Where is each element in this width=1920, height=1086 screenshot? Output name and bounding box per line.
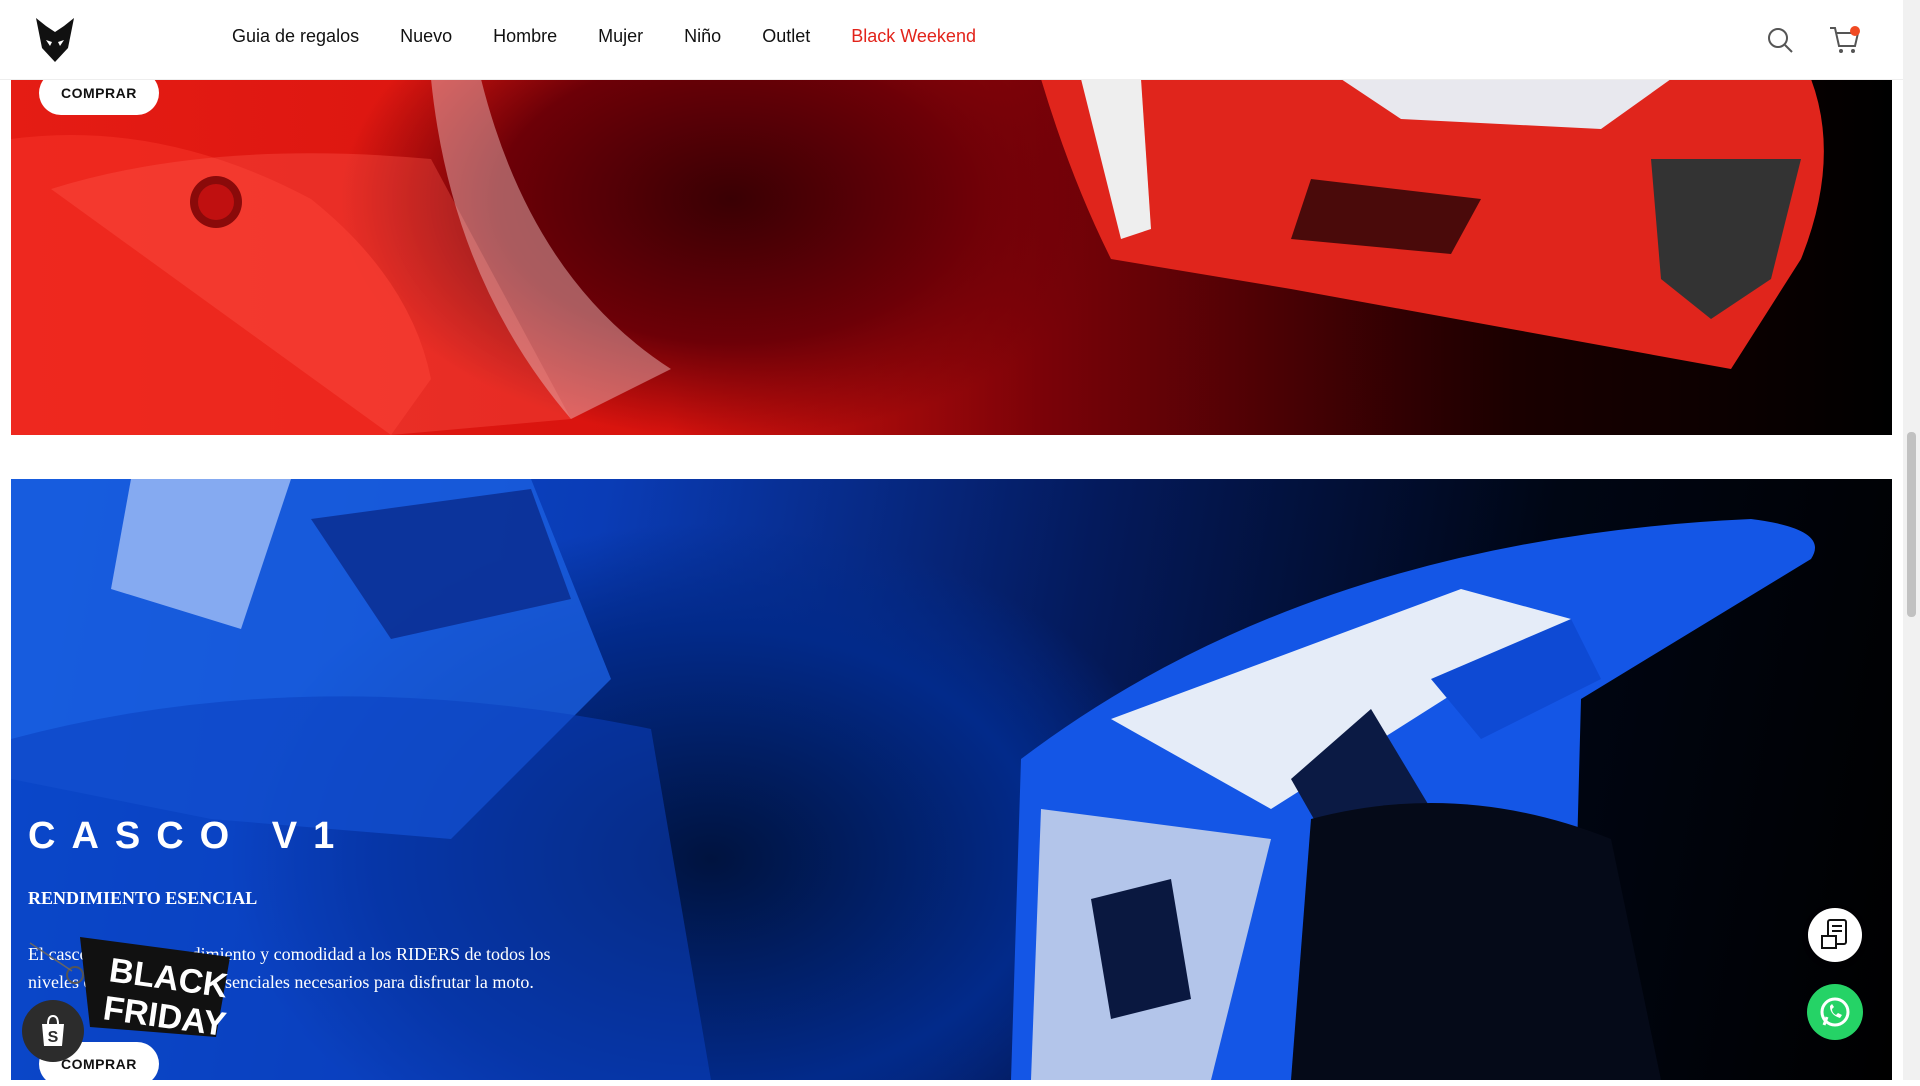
nav-item-guia-de-regalos[interactable]: Guia de regalos	[232, 26, 359, 47]
whatsapp-button[interactable]	[1807, 984, 1863, 1040]
svg-text:S: S	[48, 1029, 59, 1046]
cart-count-badge	[1850, 26, 1860, 36]
scrollbar-thumb[interactable]	[1907, 432, 1916, 617]
nav-item-black-weekend[interactable]: Black Weekend	[851, 26, 976, 47]
whatsapp-icon	[1820, 997, 1850, 1027]
banner-title: CASCO V1	[28, 815, 351, 857]
shopify-button[interactable]: S	[22, 1000, 84, 1062]
fox-logo-icon[interactable]	[36, 18, 74, 62]
nav-item-hombre[interactable]: Hombre	[493, 26, 557, 47]
red-helmet-image	[11, 79, 1824, 435]
order-tracking-button[interactable]	[1808, 908, 1862, 962]
page-scrollbar[interactable]	[1903, 0, 1920, 1080]
main-nav: Guia de regalos Nuevo Hombre Mujer Niño …	[232, 26, 1017, 47]
site-header: Guia de regalos Nuevo Hombre Mujer Niño …	[0, 0, 1903, 80]
nav-item-mujer[interactable]: Mujer	[598, 26, 643, 47]
order-tracking-icon	[1821, 919, 1847, 949]
hero-banner-red	[11, 79, 1892, 435]
search-icon[interactable]	[1766, 26, 1794, 54]
banner-subtitle: RENDIMIENTO ESENCIAL	[28, 888, 258, 908]
shopify-icon: S	[42, 1014, 64, 1046]
nav-item-outlet[interactable]: Outlet	[762, 26, 810, 47]
nav-item-nino[interactable]: Niño	[684, 26, 721, 47]
nav-item-nuevo[interactable]: Nuevo	[400, 26, 452, 47]
